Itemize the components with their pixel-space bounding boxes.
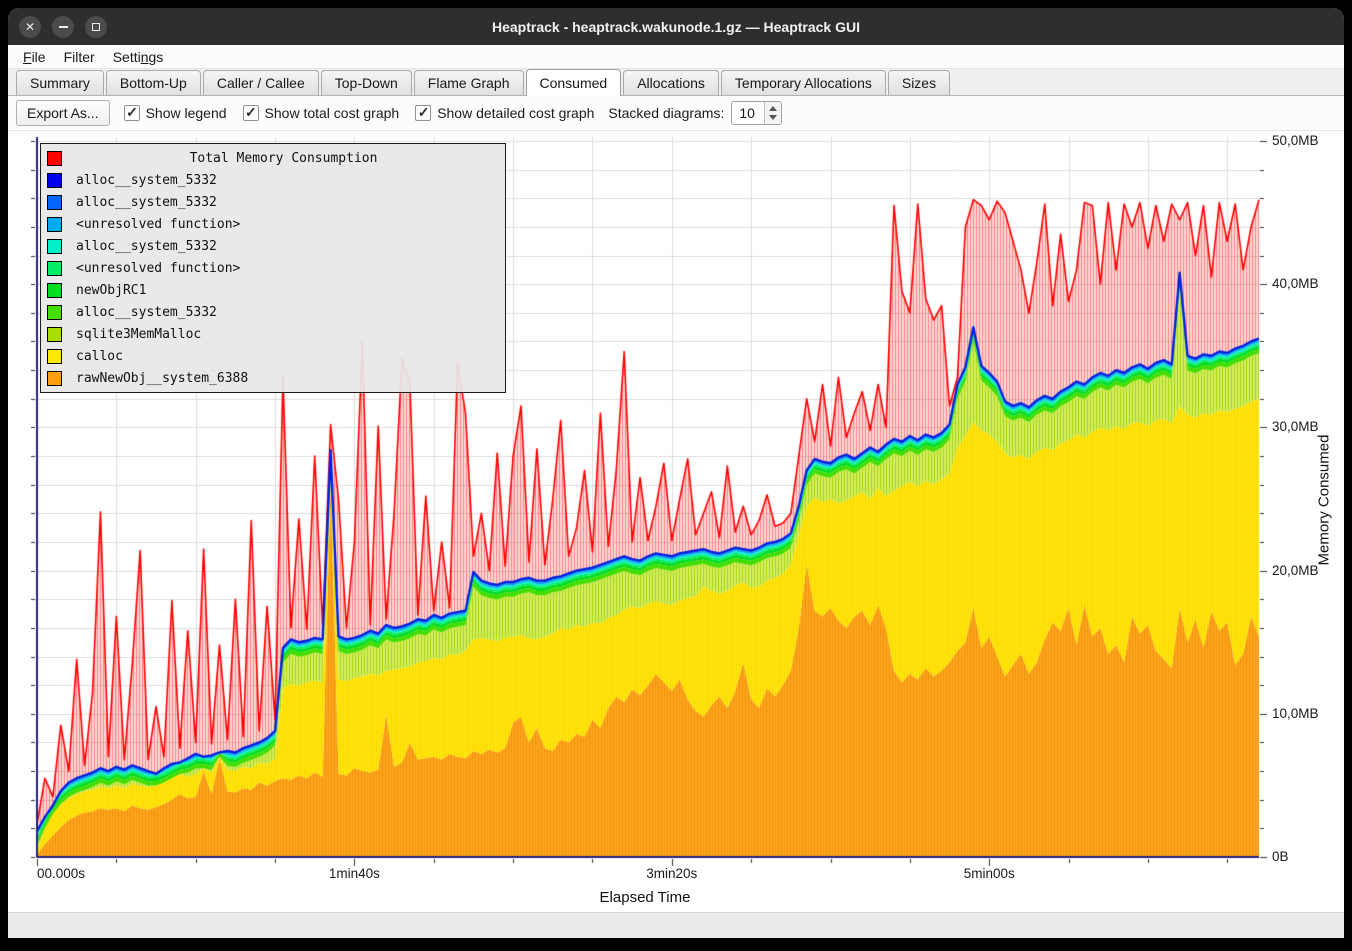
window-title: Heaptrack - heaptrack.wakunode.1.gz — He… [8, 19, 1344, 35]
x-axis-title: Elapsed Time [600, 889, 691, 906]
legend-item-label: sqlite3MemMalloc [76, 327, 201, 342]
checkbox-label: Show detailed cost graph [437, 105, 594, 121]
legend-color-swatch [47, 173, 62, 188]
legend-item: Total Memory Consumption [41, 147, 505, 169]
heaptrack-window: ✕ Heaptrack - heaptrack.wakunode.1.gz — … [8, 8, 1344, 938]
y-tick-label: 40,0MB [1272, 276, 1319, 291]
checkbox-label: Show total cost graph [265, 105, 400, 121]
legend-color-swatch [47, 283, 62, 298]
checkbox-label: Show legend [146, 105, 227, 121]
tab[interactable]: Sizes [888, 70, 950, 95]
legend-color-swatch [47, 305, 62, 320]
x-tick-label: 5min00s [964, 866, 1015, 881]
y-tick-label: 10,0MB [1272, 706, 1319, 721]
tab[interactable]: Flame Graph [414, 70, 524, 95]
legend-color-swatch [47, 349, 62, 364]
checkbox-group: Show legend Show total cost graph Show d… [124, 105, 595, 121]
y-tick-label: 50,0MB [1272, 133, 1319, 148]
legend-color-swatch [47, 327, 62, 342]
spinbox-value[interactable]: 10 [732, 102, 764, 124]
menu-item[interactable]: Filter [55, 47, 104, 67]
consumed-chart: Total Memory Consumption alloc__system_5… [8, 131, 1344, 912]
checkbox[interactable]: Show total cost graph [243, 105, 400, 121]
legend-item-label: <unresolved function> [76, 261, 240, 276]
x-tick-label: 3min20s [646, 866, 697, 881]
checkbox[interactable]: Show detailed cost graph [415, 105, 594, 121]
legend-item: sqlite3MemMalloc [41, 323, 505, 345]
checkbox-check-icon[interactable] [415, 105, 431, 121]
tab[interactable]: Allocations [623, 70, 719, 95]
legend-color-swatch [47, 261, 62, 276]
close-button[interactable]: ✕ [19, 16, 41, 38]
y-axis-title: Memory Consumed [1316, 435, 1333, 566]
tab[interactable]: Top-Down [321, 70, 412, 95]
legend-item: <unresolved function> [41, 213, 505, 235]
legend-color-swatch [47, 371, 62, 386]
legend-item-label: alloc__system_5332 [76, 239, 217, 254]
spin-down-icon[interactable] [765, 113, 781, 124]
menu-bar: FileFilterSettings [8, 45, 1344, 69]
chart-legend: Total Memory Consumption alloc__system_5… [40, 143, 506, 393]
stacked-diagrams-spinbox[interactable]: 10 [731, 101, 782, 125]
legend-item: alloc__system_5332 [41, 301, 505, 323]
legend-item: calloc [41, 345, 505, 367]
checkbox[interactable]: Show legend [124, 105, 227, 121]
toolbar: Export As... Show legend Show total cost… [8, 96, 1344, 131]
y-tick-label: 20,0MB [1272, 563, 1319, 578]
legend-item: newObjRC1 [41, 279, 505, 301]
legend-item-label: <unresolved function> [76, 217, 240, 232]
x-tick-label: 00.000s [37, 866, 85, 881]
legend-item-label: newObjRC1 [76, 283, 146, 298]
checkbox-check-icon[interactable] [124, 105, 140, 121]
legend-item: rawNewObj__system_6388 [41, 367, 505, 389]
spin-up-icon[interactable] [765, 102, 781, 113]
maximize-icon [92, 23, 100, 31]
legend-color-swatch [47, 217, 62, 232]
menu-item[interactable]: Settings [104, 47, 173, 67]
tab-bar: SummaryBottom-UpCaller / CalleeTop-DownF… [8, 69, 1344, 96]
legend-color-swatch [47, 195, 62, 210]
legend-item-label: Total Memory Consumption [62, 151, 505, 166]
tab[interactable]: Caller / Callee [203, 70, 319, 95]
stacked-diagrams-label: Stacked diagrams: [608, 105, 724, 121]
legend-item-label: alloc__system_5332 [76, 173, 217, 188]
y-tick-label: 0B [1272, 849, 1289, 864]
legend-item-label: alloc__system_5332 [76, 195, 217, 210]
legend-item: alloc__system_5332 [41, 235, 505, 257]
x-tick-label: 1min40s [329, 866, 380, 881]
legend-item: <unresolved function> [41, 257, 505, 279]
legend-item-label: rawNewObj__system_6388 [76, 371, 248, 386]
export-as-button[interactable]: Export As... [16, 100, 110, 126]
tab[interactable]: Bottom-Up [106, 70, 201, 95]
menu-item[interactable]: File [14, 47, 55, 67]
legend-color-swatch [47, 151, 62, 166]
status-strip [8, 912, 1344, 938]
legend-color-swatch [47, 239, 62, 254]
checkbox-check-icon[interactable] [243, 105, 259, 121]
tab[interactable]: Consumed [526, 69, 622, 96]
tab[interactable]: Temporary Allocations [721, 70, 886, 95]
legend-item-label: alloc__system_5332 [76, 305, 217, 320]
maximize-button[interactable] [85, 16, 107, 38]
tab[interactable]: Summary [16, 70, 104, 95]
spinbox-arrows [764, 102, 781, 124]
minimize-button[interactable] [52, 16, 74, 38]
legend-item: alloc__system_5332 [41, 191, 505, 213]
stacked-diagrams-control: Stacked diagrams: 10 [608, 101, 782, 125]
legend-item: alloc__system_5332 [41, 169, 505, 191]
legend-item-label: calloc [76, 349, 123, 364]
title-bar: ✕ Heaptrack - heaptrack.wakunode.1.gz — … [8, 8, 1344, 45]
minimize-icon [59, 26, 68, 28]
y-tick-label: 30,0MB [1272, 419, 1319, 434]
